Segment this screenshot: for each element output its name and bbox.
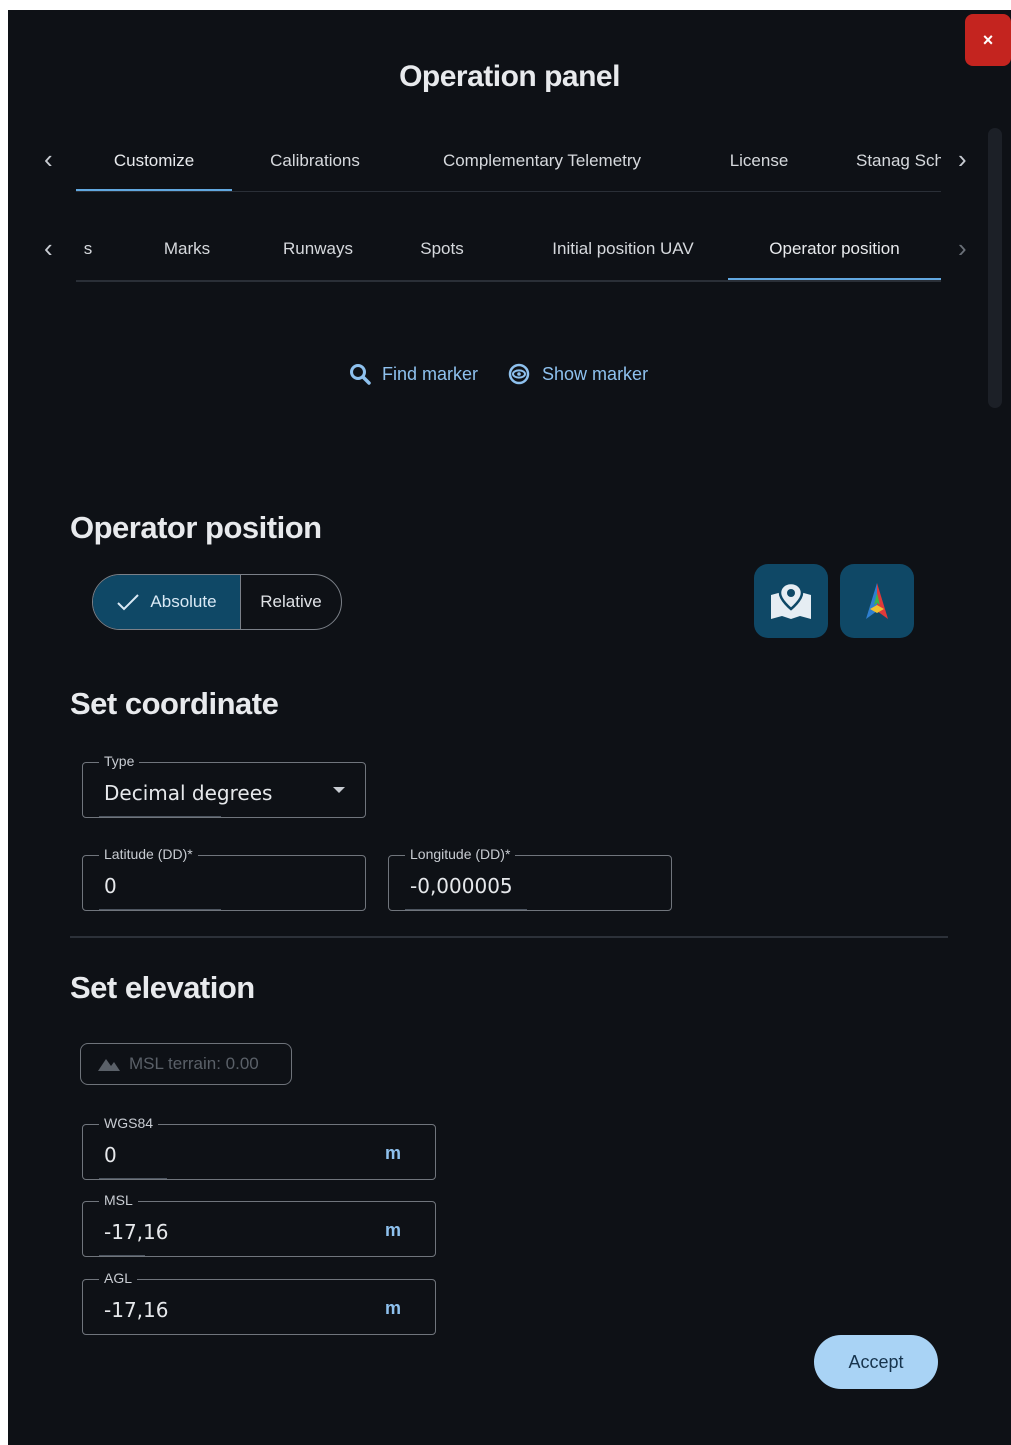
- latitude-label: Latitude (DD)*: [99, 846, 198, 862]
- show-marker-button[interactable]: Show marker: [506, 362, 648, 386]
- longitude-label: Longitude (DD)*: [405, 846, 516, 862]
- latitude-value: 0: [104, 874, 117, 898]
- coordinate-type-value: Decimal degrees: [104, 781, 273, 805]
- marker-actions: Find marker Show marker: [348, 362, 648, 386]
- subtab-spots[interactable]: Spots: [392, 218, 492, 280]
- subtab-runways[interactable]: Runways: [262, 218, 374, 280]
- tab-customize[interactable]: Customize: [76, 130, 232, 191]
- msl-terrain-chip: MSL terrain: 0.00: [80, 1043, 292, 1085]
- coordinate-type-label: Type: [99, 753, 140, 769]
- absolute-label: Absolute: [150, 592, 217, 611]
- find-marker-label: Find marker: [382, 363, 479, 384]
- position-mode-toggle: Absolute Relative: [92, 574, 342, 630]
- wgs84-label: WGS84: [99, 1115, 159, 1131]
- subtabs-next-arrow-icon[interactable]: ›: [958, 235, 967, 261]
- close-button[interactable]: ×: [965, 14, 1011, 66]
- search-icon: [350, 364, 371, 385]
- tabs-prev-arrow-icon[interactable]: ‹: [44, 146, 53, 172]
- agl-label: AGL: [99, 1270, 138, 1286]
- set-elevation-heading: Set elevation: [70, 970, 255, 1005]
- tab-complementary-telemetry[interactable]: Complementary Telemetry: [416, 130, 668, 191]
- msl-terrain-label: MSL terrain: 0.00: [129, 1054, 259, 1073]
- subtab-marks[interactable]: Marks: [128, 218, 246, 280]
- relative-label: Relative: [260, 592, 322, 611]
- msl-label: MSL: [99, 1192, 138, 1208]
- direction-button[interactable]: [840, 564, 914, 638]
- primary-tab-bar: Customize Calibrations Complementary Tel…: [76, 130, 941, 192]
- tricolor-arrow-icon: [866, 583, 888, 619]
- accept-button[interactable]: Accept: [814, 1335, 938, 1389]
- operation-panel: × Operation panel ‹ Customize Calibratio…: [8, 10, 1011, 1445]
- tab-license[interactable]: License: [704, 130, 814, 191]
- mountain-icon: [98, 1059, 120, 1071]
- agl-unit: m: [384, 1298, 401, 1318]
- chevron-down-icon: [333, 787, 345, 793]
- agl-value: -17,16: [104, 1298, 169, 1322]
- msl-value: -17,16: [104, 1220, 169, 1244]
- subtab-operator-position[interactable]: Operator position: [728, 218, 941, 280]
- msl-unit: m: [384, 1220, 401, 1240]
- show-marker-label: Show marker: [542, 363, 649, 384]
- msl-field[interactable]: MSL -17,16 m: [82, 1192, 436, 1257]
- subtabs-prev-arrow-icon[interactable]: ‹: [44, 235, 53, 261]
- section-divider: [70, 936, 948, 938]
- wgs84-unit: m: [384, 1143, 401, 1163]
- tab-stanag[interactable]: Stanag Sch: [846, 130, 941, 191]
- latitude-field[interactable]: Latitude (DD)* 0: [82, 846, 366, 911]
- relative-option[interactable]: Relative: [241, 575, 341, 629]
- set-coordinate-heading: Set coordinate: [70, 686, 279, 721]
- longitude-value: -0,000005: [410, 874, 513, 898]
- tab-calibrations[interactable]: Calibrations: [246, 130, 384, 191]
- panel-title: Operation panel: [399, 60, 620, 93]
- map-pin-icon: [771, 581, 811, 619]
- check-icon: [117, 594, 140, 611]
- subtab-initial-position-uav[interactable]: Initial position UAV: [516, 218, 730, 280]
- map-pick-button[interactable]: [754, 564, 828, 638]
- tabs-next-arrow-icon[interactable]: ›: [958, 146, 967, 172]
- eye-icon: [508, 363, 530, 385]
- wgs84-value: 0: [104, 1143, 117, 1167]
- secondary-tab-bar: s Marks Runways Spots Initial position U…: [76, 218, 941, 282]
- subtab-clipped[interactable]: s: [76, 218, 100, 280]
- find-marker-button[interactable]: Find marker: [348, 362, 478, 386]
- wgs84-field[interactable]: WGS84 0 m: [82, 1115, 436, 1180]
- scrollbar[interactable]: [988, 128, 1002, 408]
- operator-position-heading: Operator position: [70, 510, 322, 545]
- absolute-option[interactable]: Absolute: [93, 575, 241, 629]
- agl-field[interactable]: AGL -17,16 m: [82, 1270, 436, 1335]
- coordinate-type-select[interactable]: Type Decimal degrees: [82, 753, 366, 818]
- longitude-field[interactable]: Longitude (DD)* -0,000005: [388, 846, 672, 911]
